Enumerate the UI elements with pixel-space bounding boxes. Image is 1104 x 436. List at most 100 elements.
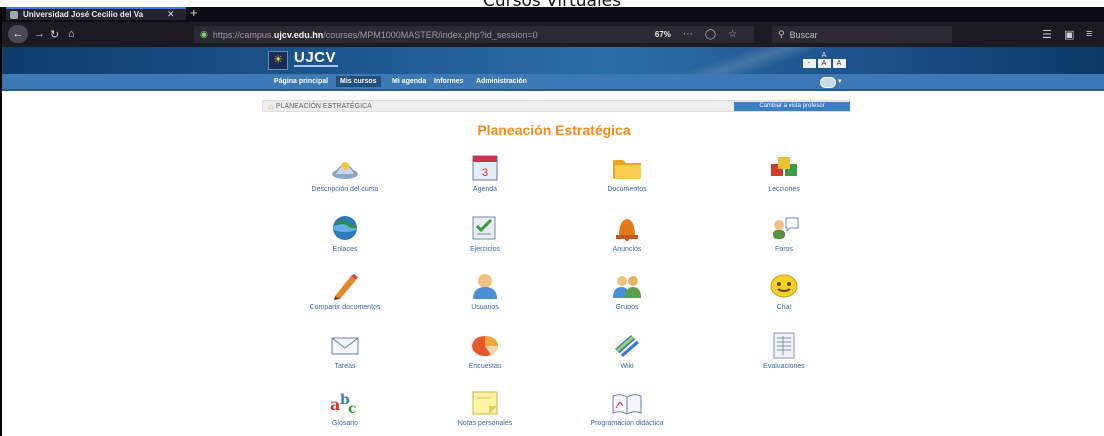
page-title: Planeación Estratégica (477, 122, 631, 138)
font-size-tools: A - A A (797, 52, 851, 70)
library-icon[interactable]: ☰ (1042, 28, 1052, 41)
new-tab-button[interactable]: + (190, 5, 198, 20)
tool-notes[interactable]: Notas personales (425, 388, 545, 427)
share-documents-pencil-icon[interactable] (329, 272, 361, 300)
tool-gradebook[interactable]: Evaluaciones (724, 331, 844, 370)
sidebar-icon[interactable]: ▣ (1064, 28, 1074, 41)
reload-icon[interactable]: ↻ (50, 28, 59, 41)
tool-wiki-book[interactable]: Wiki (567, 331, 687, 370)
tool-label[interactable]: Grupos (567, 304, 687, 311)
links-globe-icon[interactable] (329, 214, 361, 242)
tool-label[interactable]: Enlaces (285, 246, 405, 253)
tool-label[interactable]: Usuarios (425, 304, 545, 311)
search-input[interactable]: ⚲ Buscar (772, 26, 952, 43)
forward-icon[interactable]: → (34, 28, 45, 40)
tool-label[interactable]: Documentos (567, 186, 687, 193)
tool-glossary-abc[interactable]: a b c Glosario (285, 388, 405, 427)
course-description-icon[interactable] (329, 154, 361, 182)
menu-item-home[interactable]: Página principal (274, 78, 328, 85)
wiki-book-icon[interactable] (611, 331, 643, 359)
lessons-blocks-icon[interactable] (768, 154, 800, 182)
tool-chat-smiley[interactable]: Chat (724, 272, 844, 311)
tool-surveys-pie[interactable]: Encuestas (425, 331, 545, 370)
switch-to-teacher-view-button[interactable]: Cambiar a vista profesor (734, 102, 850, 111)
close-tab-icon[interactable]: ✕ (167, 9, 175, 20)
tool-forum-users[interactable]: Foros (724, 214, 844, 253)
tool-folder[interactable]: Documentos (567, 154, 687, 193)
assignments-envelope-icon[interactable] (329, 331, 361, 359)
svg-text:3: 3 (482, 167, 488, 179)
tool-user[interactable]: Usuarios (425, 272, 545, 311)
tool-label[interactable]: Tareas (285, 363, 405, 370)
menu-item-reports[interactable]: Informes (434, 78, 464, 85)
tool-label[interactable]: Anuncios (567, 246, 687, 253)
course-progress-book-icon[interactable] (611, 388, 643, 416)
forum-users-icon[interactable] (768, 214, 800, 242)
tool-label[interactable]: Agenda (425, 186, 545, 193)
font-reset-button[interactable]: A (817, 59, 831, 68)
menu-item-administration[interactable]: Administración (476, 78, 527, 85)
pocket-icon[interactable]: ◯ (705, 29, 716, 40)
course-home-icon[interactable]: ⌂ (268, 102, 273, 111)
back-icon[interactable]: ← (8, 25, 28, 43)
search-icon: ⚲ (778, 29, 785, 39)
lock-icon[interactable]: ◉ (200, 29, 208, 40)
tool-label[interactable]: Encuestas (425, 363, 545, 370)
tool-assignments-envelope[interactable]: Tareas (285, 331, 405, 370)
svg-text:c: c (348, 401, 357, 416)
tool-label[interactable]: Programación didáctica (567, 420, 687, 427)
navigation-toolbar: ← → ↻ ⌂ ◉ https://campus.ujcv.edu.hn/cou… (2, 22, 1104, 47)
bookmark-star-icon[interactable]: ☆ (728, 29, 737, 40)
user-avatar[interactable] (820, 77, 836, 88)
menu-item-my-courses[interactable]: Mis cursos (336, 76, 381, 87)
chevron-down-icon[interactable]: ▾ (838, 77, 842, 85)
tool-label[interactable]: Compartir documentos (285, 304, 405, 311)
surveys-pie-icon[interactable] (469, 331, 501, 359)
announcements-bell-icon[interactable] (611, 214, 643, 242)
tool-label[interactable]: Foros (724, 246, 844, 253)
groups-icon[interactable] (611, 272, 643, 300)
tool-groups[interactable]: Grupos (567, 272, 687, 311)
font-increase-button[interactable]: A (832, 59, 846, 68)
site-logo[interactable]: UJCV (294, 49, 336, 66)
notes-icon[interactable] (469, 388, 501, 416)
glossary-abc-icon[interactable]: abc (329, 388, 361, 417)
tool-label[interactable]: Glosario (285, 420, 405, 427)
tool-announcements-bell[interactable]: Anuncios (567, 214, 687, 253)
tool-label[interactable]: Lecciones (724, 186, 844, 193)
tool-course-progress-book[interactable]: Programación didáctica (567, 388, 687, 427)
menu-item-my-agenda[interactable]: Mi agenda (392, 78, 426, 85)
tool-label[interactable]: Ejercicios (425, 246, 545, 253)
home-icon[interactable]: ⌂ (68, 28, 75, 40)
university-emblem-icon[interactable]: ☀ (268, 51, 288, 70)
folder-icon[interactable] (611, 154, 643, 182)
tool-lessons-blocks[interactable]: Lecciones (724, 154, 844, 193)
breadcrumb-bar: ⌂ PLANEACIÓN ESTRATÉGICA Cambiar a vista… (262, 100, 850, 112)
breadcrumb: ⌂ PLANEACIÓN ESTRATÉGICA (268, 102, 372, 111)
tool-label[interactable]: Chat (724, 304, 844, 311)
gradebook-icon[interactable] (768, 331, 800, 359)
tool-label[interactable]: Wiki (567, 363, 687, 370)
more-icon[interactable]: ⋯ (683, 29, 693, 40)
tool-exercises-checklist[interactable]: Ejercicios (425, 214, 545, 253)
tool-links-globe[interactable]: Enlaces (285, 214, 405, 253)
tool-label[interactable]: Notas personales (425, 420, 545, 427)
browser-tab[interactable]: Universidad José Cecilio del Va ✕ (6, 7, 186, 20)
logo-underline (294, 65, 338, 67)
font-decrease-button[interactable]: - (802, 59, 816, 68)
tool-label[interactable]: Descripción del curso (285, 186, 405, 193)
course-home: ⌂ PLANEACIÓN ESTRATÉGICA Cambiar a vista… (2, 92, 1104, 436)
exercises-checklist-icon[interactable] (469, 214, 501, 242)
tool-label[interactable]: Evaluaciones (724, 363, 844, 370)
breadcrumb-course[interactable]: PLANEACIÓN ESTRATÉGICA (276, 103, 372, 110)
tool-calendar[interactable]: 3 Agenda (425, 154, 545, 193)
user-icon[interactable] (469, 272, 501, 300)
calendar-icon[interactable]: 3 (469, 154, 501, 182)
menu-icon[interactable]: ≡ (1086, 28, 1092, 40)
tool-share-documents-pencil[interactable]: Compartir documentos (285, 272, 405, 311)
address-bar[interactable]: ◉ https://campus.ujcv.edu.hn/courses/MPM… (194, 26, 754, 43)
chat-smiley-icon[interactable] (768, 272, 800, 300)
tool-course-description[interactable]: Descripción del curso (285, 154, 405, 193)
url-text[interactable]: https://campus.ujcv.edu.hn/courses/MPM10… (213, 30, 633, 40)
zoom-level[interactable]: 67% (655, 30, 671, 39)
